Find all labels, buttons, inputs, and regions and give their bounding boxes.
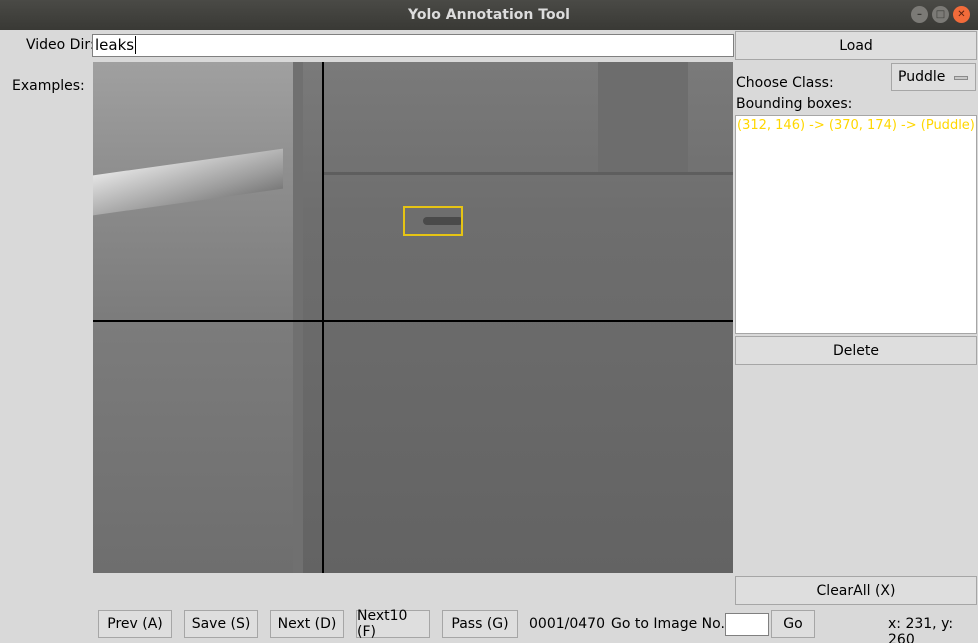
- minimize-icon[interactable]: –: [911, 6, 928, 23]
- mouse-coords: x: 231, y: 260: [888, 616, 954, 643]
- save-button[interactable]: Save (S): [184, 610, 258, 638]
- pass-button[interactable]: Pass (G): [442, 610, 518, 638]
- load-button[interactable]: Load: [735, 31, 977, 60]
- window-titlebar: Yolo Annotation Tool – □ ✕: [0, 0, 978, 30]
- class-select[interactable]: Puddle: [891, 63, 976, 91]
- scene-wall: [93, 62, 298, 573]
- image-canvas[interactable]: [93, 62, 733, 573]
- maximize-icon[interactable]: □: [932, 6, 949, 23]
- bounding-box-list[interactable]: (312, 146) -> (370, 174) -> (Puddle): [735, 115, 977, 334]
- video-dir-label: Video Dir:: [26, 37, 95, 53]
- crosshair-vertical: [322, 62, 324, 573]
- delete-button[interactable]: Delete: [735, 336, 977, 365]
- dropdown-indicator-icon: [954, 76, 968, 80]
- bounding-boxes-label: Bounding boxes:: [736, 96, 853, 112]
- progress-counter: 0001/0470: [529, 616, 605, 632]
- list-item[interactable]: (312, 146) -> (370, 174) -> (Puddle): [736, 116, 976, 133]
- goto-label: Go to Image No.: [611, 616, 725, 632]
- close-icon[interactable]: ✕: [953, 6, 970, 23]
- crosshair-horizontal: [93, 320, 733, 322]
- video-dir-value: leaks: [95, 36, 135, 54]
- choose-class-label: Choose Class:: [736, 75, 834, 91]
- go-button[interactable]: Go: [771, 610, 815, 638]
- scene-post: [293, 62, 303, 573]
- examples-label: Examples:: [12, 78, 85, 94]
- goto-input[interactable]: [725, 613, 769, 636]
- window-title: Yolo Annotation Tool: [408, 7, 570, 23]
- window-controls: – □ ✕: [911, 6, 970, 23]
- bounding-box[interactable]: [403, 206, 463, 236]
- scene-floor-line: [323, 172, 733, 175]
- scene-door: [598, 62, 688, 172]
- next-button[interactable]: Next (D): [270, 610, 344, 638]
- prev-button[interactable]: Prev (A): [98, 610, 172, 638]
- video-dir-input[interactable]: leaks: [92, 34, 734, 57]
- clear-all-button[interactable]: ClearAll (X): [735, 576, 977, 605]
- class-select-value: Puddle: [898, 69, 946, 85]
- next10-button[interactable]: Next10 (F): [356, 608, 430, 640]
